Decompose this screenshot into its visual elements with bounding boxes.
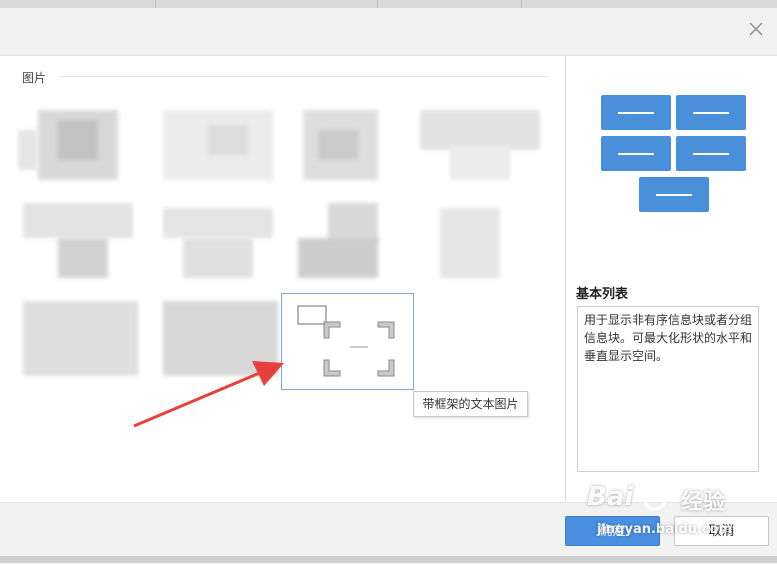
bottom-strip <box>0 556 777 563</box>
layout-thumbnail[interactable] <box>18 296 142 388</box>
layout-thumbnail[interactable] <box>18 198 142 290</box>
tooltip: 带框架的文本图片 <box>413 391 528 417</box>
layout-preview-graphic <box>566 56 777 276</box>
layout-thumbnail[interactable] <box>158 198 282 290</box>
ok-button[interactable]: 确定 <box>565 516 660 546</box>
layout-thumbnail[interactable] <box>298 198 422 290</box>
layout-gallery: 图片 带框架的文本图片 <box>0 56 564 502</box>
layout-thumbnail[interactable] <box>18 100 142 192</box>
preview-box <box>676 136 746 171</box>
layout-description: 用于显示非有序信息块或者分组信息块。可最大化形状的水平和垂直显示空间。 <box>577 306 759 472</box>
preview-box <box>601 136 671 171</box>
section-label: 图片 <box>22 71 47 85</box>
close-button[interactable] <box>745 18 767 40</box>
preview-box <box>639 177 709 212</box>
layout-thumbnail[interactable] <box>298 100 422 192</box>
layout-title: 基本列表 <box>576 287 629 302</box>
preview-box <box>601 95 671 130</box>
frame-text-picture-thumbnail[interactable] <box>281 293 414 390</box>
layout-thumbnail[interactable] <box>158 100 282 192</box>
layout-thumbnail[interactable] <box>420 100 544 192</box>
cancel-button[interactable]: 取消 <box>674 516 769 546</box>
section-divider <box>58 76 548 77</box>
preview-box <box>676 95 746 130</box>
dialog-footer: 确定 取消 <box>0 502 777 564</box>
dialog-header <box>0 8 777 56</box>
close-icon <box>749 22 763 36</box>
preview-panel: 基本列表 用于显示非有序信息块或者分组信息块。可最大化形状的水平和垂直显示空间。 <box>566 56 777 502</box>
top-strip <box>0 0 777 8</box>
layout-thumbnail[interactable] <box>440 198 564 290</box>
layout-thumbnail[interactable] <box>158 296 282 388</box>
frame-text-picture-icon <box>297 305 395 377</box>
